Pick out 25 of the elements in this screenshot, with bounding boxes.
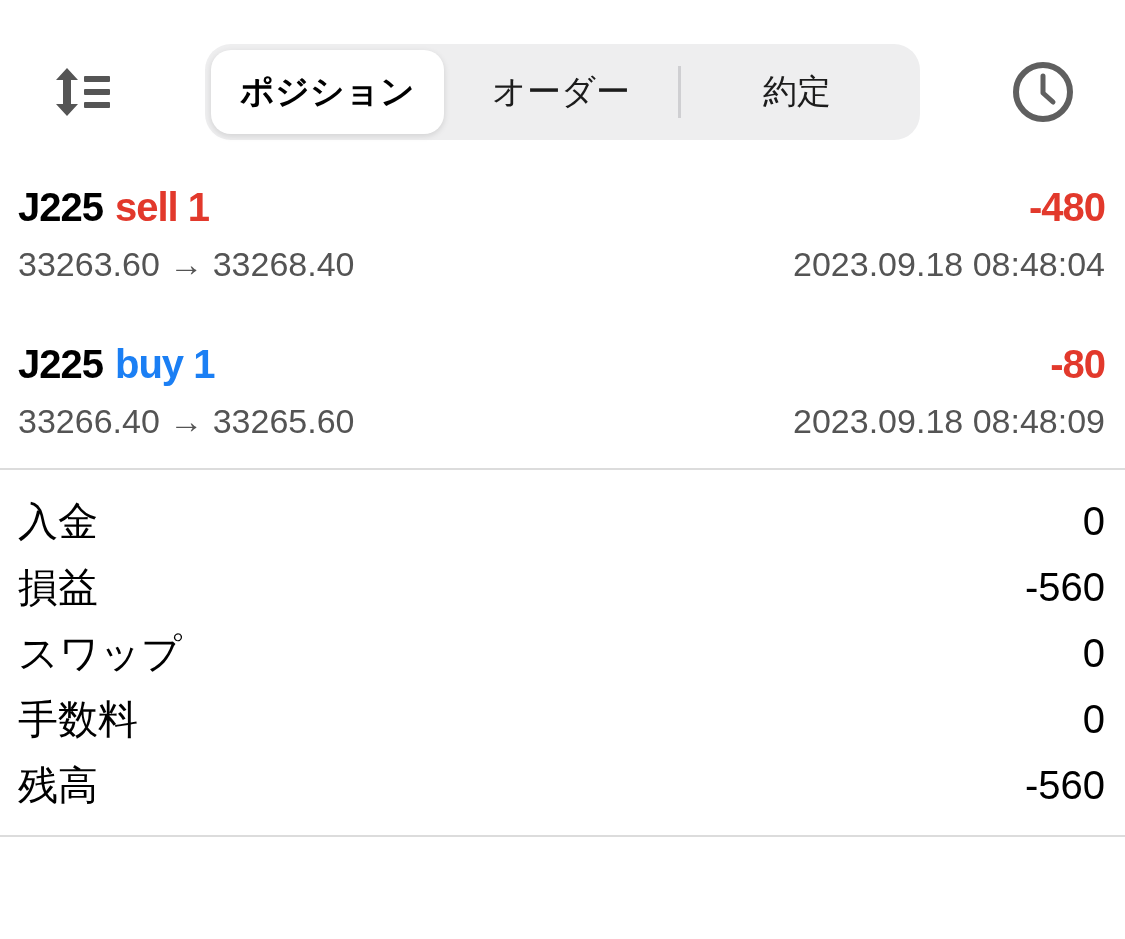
trade-profit: -480 — [1028, 184, 1105, 230]
trade-time: 2023.09.18 08:48:04 — [793, 244, 1105, 284]
summary-label: スワップ — [18, 629, 182, 677]
sort-icon[interactable] — [54, 68, 110, 116]
segment-tab[interactable]: 約定 — [680, 50, 914, 134]
summary-value: -560 — [1024, 762, 1105, 808]
trade-symbol: J225 — [18, 184, 103, 230]
summary-label: 残高 — [18, 761, 98, 809]
trade-side: buy 1 — [115, 341, 215, 387]
summary-label: 損益 — [18, 563, 98, 611]
summary-value: 0 — [1082, 696, 1105, 742]
summary-label: 手数料 — [18, 695, 138, 743]
trade-profit: -80 — [1050, 341, 1105, 387]
segment-tab[interactable]: ポジション — [211, 50, 445, 134]
segment-tab[interactable]: オーダー — [444, 50, 678, 134]
summary-value: 0 — [1082, 498, 1105, 544]
summary-value: -560 — [1024, 564, 1105, 610]
trade-side: sell 1 — [115, 184, 210, 230]
clock-icon[interactable] — [1013, 62, 1073, 122]
trade-prices: 33263.60 → 33268.40 — [18, 244, 355, 284]
summary-value: 0 — [1082, 630, 1105, 676]
trade-symbol: J225 — [18, 341, 103, 387]
trade-time: 2023.09.18 08:48:09 — [793, 401, 1105, 441]
trade-prices: 33266.40 → 33265.60 — [18, 401, 355, 441]
summary-label: 入金 — [18, 497, 98, 545]
